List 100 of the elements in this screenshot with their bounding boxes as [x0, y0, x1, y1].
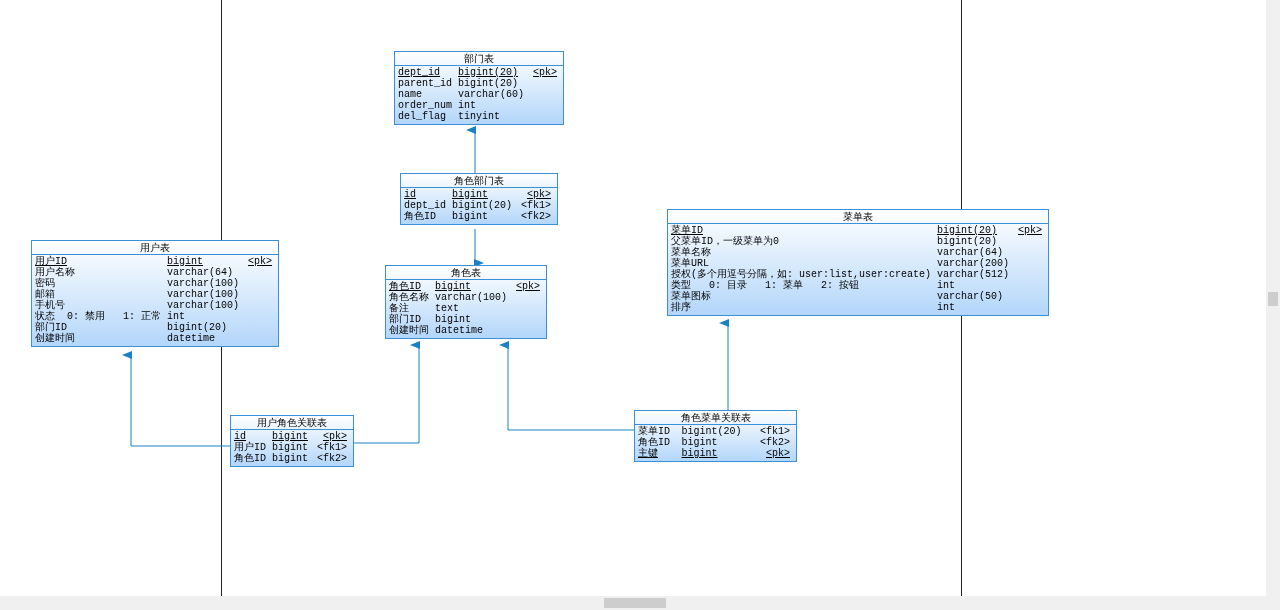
key-label: <fk2>	[317, 453, 348, 464]
column-name: 状态 0: 禁用 1: 正常	[35, 311, 161, 322]
column-type: bigint	[272, 431, 309, 442]
table-entity[interactable]: 用户角色关联表 id bigint <pk> 用户ID bigint <fk1> 角色ID bigint <fk2>	[230, 415, 355, 467]
table-title: 用户角色关联表	[231, 416, 354, 430]
table-entity[interactable]: 部门表 dept_id bigint(20) <pk> parent_id bigint(20) name varchar(60) order_num int del_flag tinyint	[394, 51, 565, 125]
column-type: tinyint	[458, 111, 501, 122]
column-name: id	[234, 431, 246, 442]
key-label: <fk2>	[760, 437, 790, 448]
key-label: <pk>	[766, 448, 790, 459]
column-type: bigint	[272, 453, 309, 464]
column-name: dept_id	[398, 67, 440, 78]
column-name: 手机号	[35, 300, 65, 311]
column-type: varchar(100)	[167, 300, 240, 311]
column-type: bigint(20)	[458, 78, 519, 89]
column-name: 类型 0: 目录 1: 菜单 2: 按钮	[671, 280, 860, 291]
key-label: <pk>	[1018, 225, 1043, 236]
key-label: <pk>	[248, 256, 273, 267]
column-type: int	[937, 280, 956, 291]
column-type: varchar(100)	[167, 289, 240, 300]
key-label: <pk>	[533, 67, 558, 78]
column-type: bigint	[452, 189, 489, 200]
column-type: bigint	[452, 211, 489, 222]
column-name: 邮箱	[35, 289, 55, 300]
column-type: bigint	[681, 448, 718, 459]
key-label: <pk>	[527, 189, 552, 200]
table-entity[interactable]: 角色表 角色ID bigint <pk> 角色名称 varchar(100) 备注 text 部门ID bigint 创建时间 datetime	[385, 265, 548, 339]
column-name: 角色ID	[234, 453, 266, 464]
key-label: <fk1>	[521, 200, 552, 211]
column-name: 菜单名称	[671, 247, 711, 258]
column-type: varchar(64)	[167, 267, 234, 278]
column-name: 密码	[35, 278, 55, 289]
column-name: 角色ID	[638, 437, 670, 448]
column-name: name	[398, 89, 422, 100]
column-name: 用户ID	[234, 442, 266, 453]
column-name: dept_id	[404, 200, 446, 211]
column-name: 父菜单ID，一级菜单为0	[671, 236, 779, 247]
column-type: bigint(20)	[167, 322, 228, 333]
column-name: 角色ID	[404, 211, 436, 222]
scroll-thumb[interactable]	[1268, 292, 1278, 306]
column-type: bigint(20)	[937, 225, 998, 236]
column-type: varchar(512)	[937, 269, 1010, 280]
horizontal-scrollbar[interactable]	[0, 596, 1266, 610]
relationship-arrow	[466, 126, 476, 174]
column-type: varchar(64)	[937, 247, 1004, 258]
column-type: bigint(20)	[458, 67, 519, 78]
column-name: 创建时间	[35, 333, 75, 344]
table-title: 用户表	[32, 241, 279, 255]
table-entity[interactable]: 用户表 用户ID bigint <pk> 用户名称 varchar(64) 密码 varchar(100) 邮箱 varchar(100) 手机号 varchar(100) 状态 0: 禁用 1: 正常 int 部门ID bigint(20) 创建时间 datetime	[31, 240, 280, 347]
column-type: bigint	[435, 314, 471, 325]
column-name: 主键	[638, 448, 658, 459]
column-name: 部门ID	[389, 314, 421, 325]
key-label: <pk>	[323, 431, 348, 442]
table-entity[interactable]: 菜单表 菜单ID bigint(20) <pk> 父菜单ID，一级菜单为0 bigint(20) 菜单名称 varchar(64) 菜单URL varchar(200) 授权(多个用逗号分隔，如: user:list,user:create) varchar(512) 类型 0: 目录 1: 菜单 2: 按钮 int 菜单图标 varchar(50) 排序 int	[667, 209, 1050, 316]
column-name: 创建时间	[389, 325, 429, 336]
table-entity[interactable]: 角色部门表 id bigint <pk> dept_id bigint(20) <fk1> 角色ID bigint <fk2>	[400, 173, 559, 225]
column-type: varchar(200)	[937, 258, 1010, 269]
column-type: varchar(100)	[435, 292, 507, 303]
column-type: bigint(20)	[452, 200, 513, 211]
table-title: 角色表	[386, 266, 547, 280]
column-name: 菜单ID	[671, 225, 703, 236]
relationship-arrow	[474, 228, 484, 267]
column-type: bigint	[681, 437, 718, 448]
key-label: <fk2>	[521, 211, 552, 222]
column-name: 角色ID	[389, 281, 421, 292]
column-type: varchar(50)	[937, 291, 1004, 302]
column-name: 用户名称	[35, 267, 75, 278]
column-name: 角色名称	[389, 292, 429, 303]
column-type: bigint(20)	[681, 426, 742, 437]
column-name: 部门ID	[35, 322, 67, 333]
key-label: <fk1>	[317, 442, 348, 453]
column-type: bigint	[435, 281, 471, 292]
column-name: 菜单ID	[638, 426, 670, 437]
column-type: varchar(60)	[458, 89, 525, 100]
column-type: int	[937, 302, 956, 313]
scroll-thumb[interactable]	[604, 598, 666, 608]
table-title: 部门表	[395, 52, 564, 66]
column-type: int	[167, 311, 186, 322]
column-name: 菜单URL	[671, 258, 709, 269]
column-type: varchar(100)	[167, 278, 240, 289]
key-label: <fk1>	[760, 426, 790, 437]
vertical-scrollbar[interactable]	[1266, 0, 1280, 596]
column-type: bigint	[272, 442, 309, 453]
column-type: int	[458, 100, 477, 111]
column-name: 授权(多个用逗号分隔，如: user:list,user:create)	[671, 269, 932, 280]
column-name: id	[404, 189, 416, 200]
table-title: 角色菜单关联表	[635, 411, 796, 425]
column-type: text	[435, 303, 459, 314]
column-name: order_num	[398, 100, 452, 111]
column-type: datetime	[167, 333, 216, 344]
column-name: 排序	[671, 302, 691, 313]
column-name: del_flag	[398, 111, 446, 122]
table-entity[interactable]: 角色菜单关联表 菜单ID bigint(20) <fk1> 角色ID bigint <fk2> 主键 bigint <pk>	[634, 410, 797, 462]
column-name: 用户ID	[35, 256, 67, 267]
column-name: parent_id	[398, 78, 452, 89]
column-type: datetime	[435, 325, 483, 336]
column-name: 备注	[389, 303, 409, 314]
table-title: 菜单表	[668, 210, 1049, 224]
key-label: <pk>	[516, 281, 541, 292]
column-name: 菜单图标	[671, 291, 711, 302]
